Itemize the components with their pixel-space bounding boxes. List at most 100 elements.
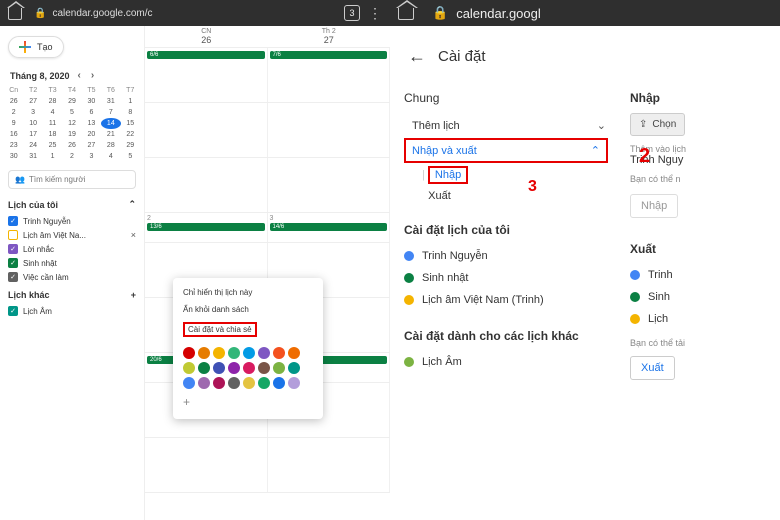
menu-hide-from-list[interactable]: Ẩn khỏi danh sách: [173, 301, 323, 318]
color-swatch[interactable]: [288, 377, 300, 389]
mini-cal-day[interactable]: 7: [101, 107, 120, 118]
menu-add-calendar[interactable]: Thêm lịch⌄: [404, 113, 614, 138]
mini-cal-day[interactable]: 18: [43, 129, 62, 140]
mini-cal-day[interactable]: 24: [23, 140, 42, 151]
mini-cal-day[interactable]: 29: [62, 96, 81, 107]
color-swatch[interactable]: [288, 347, 300, 359]
calendar-grid[interactable]: CN26 Th 227 6/6 7/6 213/6 314/6 20/6 22/: [145, 26, 390, 520]
settings-calendar-item[interactable]: Lịch Âm: [404, 351, 614, 373]
color-swatch[interactable]: [213, 377, 225, 389]
color-swatch[interactable]: [273, 347, 285, 359]
checkbox[interactable]: ✓: [8, 216, 18, 226]
mini-cal-day[interactable]: 22: [121, 129, 140, 140]
checkbox[interactable]: ✓: [8, 258, 18, 268]
mini-cal-day[interactable]: 27: [23, 96, 42, 107]
mini-cal-day[interactable]: 31: [23, 151, 42, 162]
color-swatch[interactable]: [228, 377, 240, 389]
color-swatch[interactable]: [198, 362, 210, 374]
event[interactable]: 13/6: [147, 223, 265, 231]
mini-cal-day[interactable]: 3: [82, 151, 101, 162]
mini-cal-day[interactable]: 21: [101, 129, 120, 140]
mini-cal-day[interactable]: 4: [101, 151, 120, 162]
color-swatch[interactable]: [258, 362, 270, 374]
mini-cal-day[interactable]: 5: [62, 107, 81, 118]
color-swatch[interactable]: [258, 377, 270, 389]
calendar-list-item[interactable]: ✓Lời nhắc: [4, 242, 140, 256]
event[interactable]: 14/6: [270, 223, 388, 231]
search-people[interactable]: 👥 Tìm kiếm người: [8, 170, 136, 189]
color-swatch[interactable]: [258, 347, 270, 359]
color-swatch[interactable]: [288, 362, 300, 374]
export-button[interactable]: Xuất: [630, 356, 675, 380]
mini-cal-day[interactable]: 27: [82, 140, 101, 151]
checkbox[interactable]: ✓: [8, 306, 18, 316]
url-left[interactable]: calendar.google.com/c: [52, 8, 336, 19]
color-swatch[interactable]: [183, 347, 195, 359]
color-swatch[interactable]: [273, 377, 285, 389]
color-swatch[interactable]: [198, 377, 210, 389]
color-swatch[interactable]: [228, 347, 240, 359]
prev-month[interactable]: ‹: [76, 70, 83, 81]
collapse-icon[interactable]: ⌃: [128, 199, 136, 210]
target-calendar-name[interactable]: Trinh Nguy: [630, 154, 780, 166]
color-swatch[interactable]: [243, 347, 255, 359]
mini-cal-day[interactable]: 28: [101, 140, 120, 151]
color-swatch[interactable]: [228, 362, 240, 374]
mini-cal-day[interactable]: 3: [23, 107, 42, 118]
add-color-icon[interactable]: +: [173, 395, 323, 413]
mini-cal-day[interactable]: 12: [62, 118, 81, 129]
mini-cal-day[interactable]: 28: [43, 96, 62, 107]
calendar-list-item[interactable]: Lịch âm Việt Na...×: [4, 228, 140, 242]
menu-only-this[interactable]: Chỉ hiển thị lịch này: [173, 284, 323, 301]
mini-cal-day[interactable]: 17: [23, 129, 42, 140]
mini-cal-day[interactable]: 23: [4, 140, 23, 151]
url-right[interactable]: calendar.googl: [456, 6, 541, 21]
settings-calendar-item[interactable]: Trinh Nguyễn: [404, 245, 614, 267]
color-swatch[interactable]: [213, 362, 225, 374]
section-general[interactable]: Chung: [404, 91, 614, 105]
mini-cal-day[interactable]: 19: [62, 129, 81, 140]
add-calendar-icon[interactable]: +: [131, 290, 136, 300]
mini-cal-day[interactable]: 26: [4, 96, 23, 107]
event[interactable]: 7/6: [270, 51, 388, 59]
import-button[interactable]: Nhập: [630, 194, 678, 218]
back-arrow-icon[interactable]: ←: [408, 46, 426, 67]
mini-cal-day[interactable]: 8: [121, 107, 140, 118]
checkbox[interactable]: ✓: [8, 244, 18, 254]
close-icon[interactable]: ×: [131, 230, 136, 240]
mini-cal-day[interactable]: 5: [121, 151, 140, 162]
color-swatch[interactable]: [243, 377, 255, 389]
color-swatch[interactable]: [198, 347, 210, 359]
mini-cal-day[interactable]: 29: [121, 140, 140, 151]
mini-cal-day[interactable]: 13: [82, 118, 101, 129]
mini-cal-day[interactable]: 14: [101, 118, 120, 129]
mini-cal-day[interactable]: 15: [121, 118, 140, 129]
mini-cal-day[interactable]: 10: [23, 118, 42, 129]
mini-cal-day[interactable]: 31: [101, 96, 120, 107]
color-swatch[interactable]: [213, 347, 225, 359]
mini-cal-day[interactable]: 4: [43, 107, 62, 118]
submenu-import[interactable]: Nhập: [428, 166, 468, 184]
calendar-list-item[interactable]: ✓Trinh Nguyễn: [4, 214, 140, 228]
mini-cal-day[interactable]: 2: [62, 151, 81, 162]
mini-cal-day[interactable]: 26: [62, 140, 81, 151]
submenu-export[interactable]: Xuất: [422, 187, 614, 205]
mini-cal-day[interactable]: 6: [82, 107, 101, 118]
home-icon[interactable]: [8, 6, 22, 20]
mini-cal-day[interactable]: 1: [43, 151, 62, 162]
color-swatch[interactable]: [273, 362, 285, 374]
mini-cal-day[interactable]: 1: [121, 96, 140, 107]
color-swatch[interactable]: [183, 362, 195, 374]
overflow-icon[interactable]: ⋮: [368, 5, 382, 22]
menu-import-export[interactable]: Nhập và xuất⌃: [404, 138, 608, 163]
mini-calendar[interactable]: CnT2T3T4T5T6T7 2627282930311234567891011…: [4, 85, 140, 162]
settings-calendar-item[interactable]: Lịch âm Việt Nam (Trinh): [404, 289, 614, 311]
color-swatch[interactable]: [183, 377, 195, 389]
mini-cal-day[interactable]: 25: [43, 140, 62, 151]
color-swatch[interactable]: [243, 362, 255, 374]
choose-file-button[interactable]: ⇪Chọn: [630, 113, 685, 136]
menu-settings-share[interactable]: Cài đặt và chia sẻ: [173, 318, 323, 341]
mini-cal-day[interactable]: 30: [4, 151, 23, 162]
home-icon[interactable]: [398, 6, 414, 20]
mini-cal-day[interactable]: 30: [82, 96, 101, 107]
